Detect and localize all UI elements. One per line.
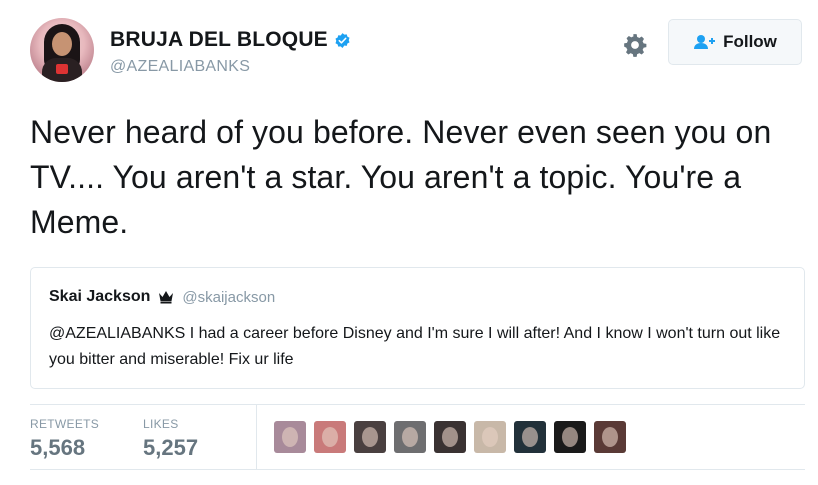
tweet-header: BRUJA DEL BLOQUE @AZEALIABANKS Follow: [30, 18, 805, 88]
likes-stat[interactable]: LIKES 5,257: [143, 417, 198, 461]
display-name[interactable]: BRUJA DEL BLOQUE: [110, 28, 328, 52]
avatar[interactable]: [30, 18, 94, 82]
verified-badge-icon: [335, 32, 350, 48]
quoted-author-handle[interactable]: @skaijackson: [182, 289, 275, 306]
liker-avatar-figure: [602, 427, 618, 447]
liker-avatar-figure: [362, 427, 378, 447]
avatar-face: [52, 32, 72, 56]
liker-avatar-7[interactable]: [514, 421, 546, 453]
liker-avatar-figure: [522, 427, 538, 447]
quoted-tweet-header: Skai Jackson @skaijackson: [49, 288, 275, 306]
retweets-stat[interactable]: RETWEETS 5,568: [30, 417, 99, 461]
follow-button[interactable]: Follow: [668, 19, 802, 65]
gear-icon[interactable]: [622, 32, 648, 58]
liker-avatar-figure: [402, 427, 418, 447]
name-row: BRUJA DEL BLOQUE: [110, 28, 351, 52]
liker-avatar-2[interactable]: [314, 421, 346, 453]
quoted-tweet-text: @AZEALIABANKS I had a career before Disn…: [49, 325, 781, 368]
liker-avatar-figure: [482, 427, 498, 447]
likes-label: LIKES: [143, 417, 179, 431]
retweets-count: 5,568: [30, 435, 86, 460]
liker-avatar-figure: [562, 427, 578, 447]
handle[interactable]: @AZEALIABANKS: [110, 58, 250, 76]
liker-avatar-6[interactable]: [474, 421, 506, 453]
liker-avatar-figure: [282, 427, 298, 447]
add-user-icon: [694, 35, 716, 49]
liker-avatar-1[interactable]: [274, 421, 306, 453]
liker-avatars: [274, 421, 634, 453]
crown-icon: [159, 291, 174, 304]
quoted-tweet[interactable]: Skai Jackson @skaijackson @AZEALIABANKS …: [30, 267, 805, 389]
likes-count: 5,257: [143, 435, 199, 460]
liker-avatar-5[interactable]: [434, 421, 466, 453]
retweets-label: RETWEETS: [30, 417, 100, 431]
liker-avatar-9[interactable]: [594, 421, 626, 453]
tweet-text: Never heard of you before. Never even se…: [30, 114, 772, 240]
liker-avatar-3[interactable]: [354, 421, 386, 453]
quoted-author-name[interactable]: Skai Jackson: [49, 288, 150, 306]
avatar-accent: [56, 64, 68, 74]
liker-avatar-8[interactable]: [554, 421, 586, 453]
stats-divider: [256, 405, 257, 469]
liker-avatar-4[interactable]: [394, 421, 426, 453]
tweet-stats: RETWEETS 5,568 LIKES 5,257: [30, 404, 805, 470]
liker-avatar-figure: [322, 427, 338, 447]
follow-label: Follow: [723, 32, 777, 51]
liker-avatar-figure: [442, 427, 458, 447]
